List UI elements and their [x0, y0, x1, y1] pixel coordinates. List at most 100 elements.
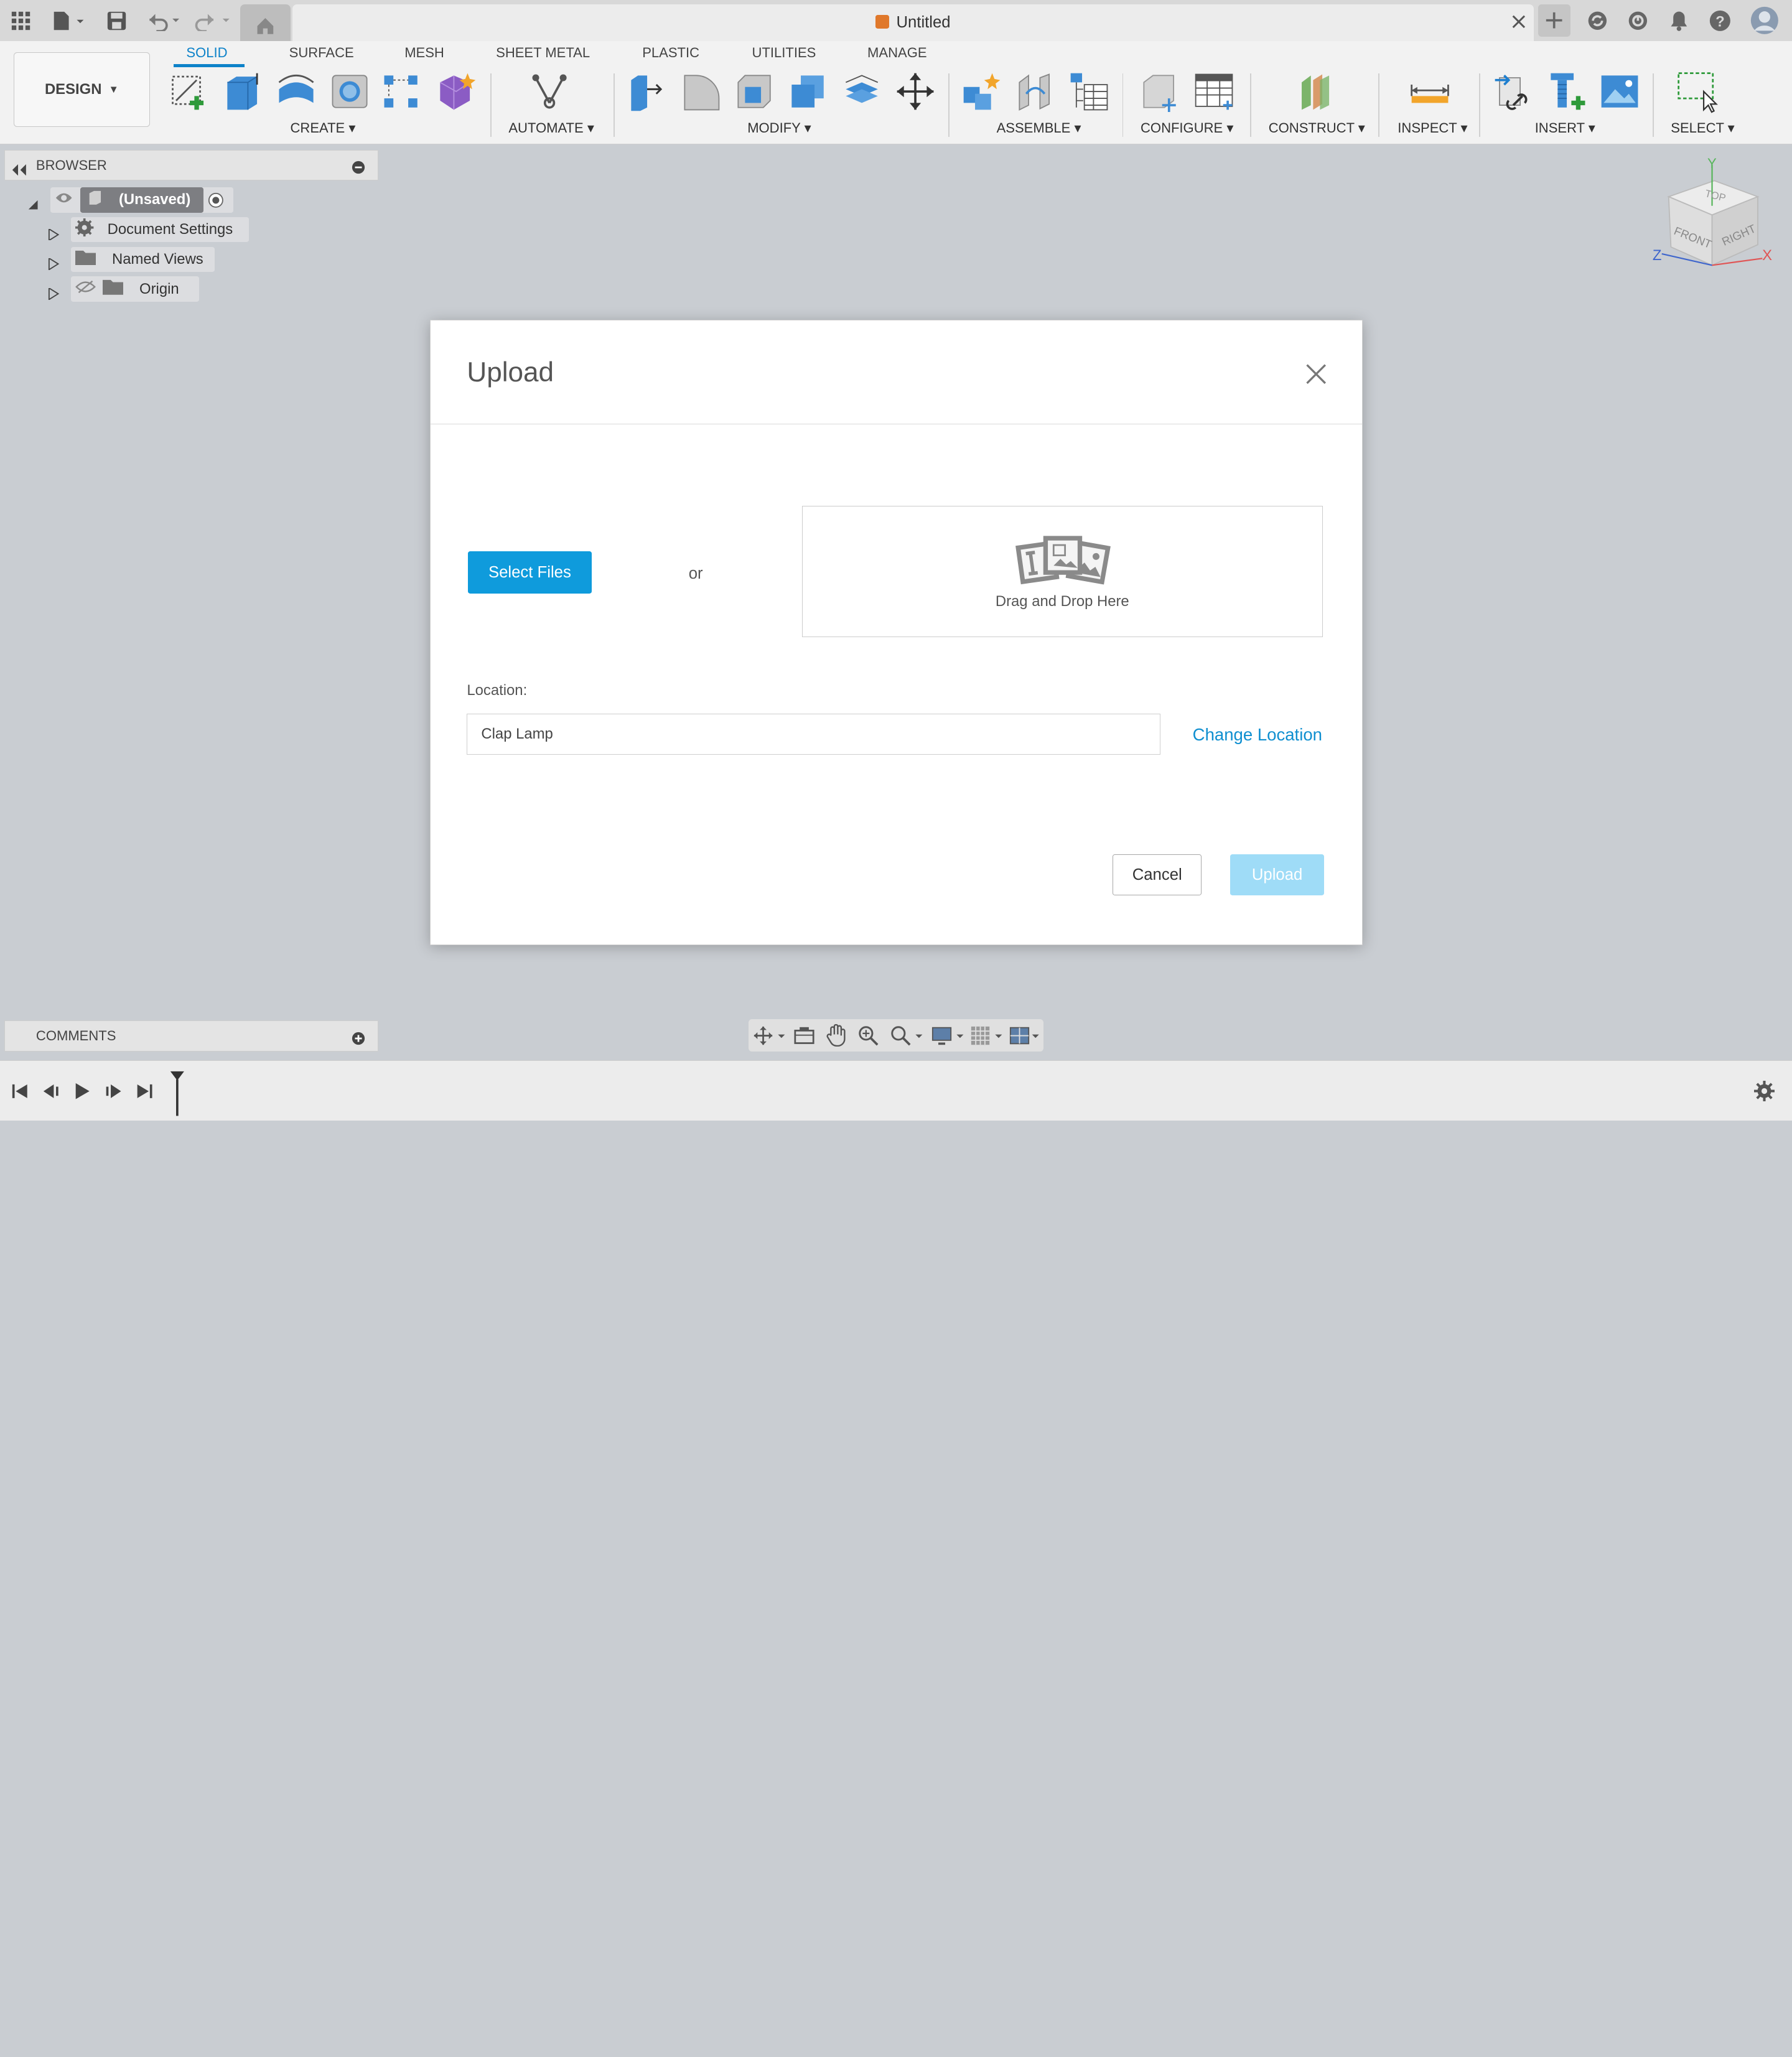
timeline-settings-gear-icon[interactable] [1754, 1080, 1775, 1106]
tab-manage[interactable]: MANAGE [867, 45, 926, 61]
insert-menu[interactable]: INSERT ▾ [1535, 120, 1595, 136]
orbit-icon[interactable] [753, 1025, 787, 1051]
move-copy-icon[interactable] [895, 71, 936, 112]
configuration-table-icon[interactable] [1193, 71, 1234, 112]
tab-utilities[interactable]: UTILITIES [752, 45, 816, 61]
browser-title: BROWSER [35, 157, 107, 173]
collapse-panel-icon[interactable] [11, 159, 27, 180]
change-location-link[interactable]: Change Location [1193, 725, 1322, 745]
pattern-icon[interactable] [381, 71, 422, 112]
insert-derive-icon[interactable] [1493, 71, 1534, 112]
drag-drop-zone[interactable]: Drag and Drop Here [801, 505, 1323, 638]
construct-menu[interactable]: CONSTRUCT ▾ [1269, 120, 1365, 136]
panel-minimize-icon[interactable] [352, 158, 365, 179]
create-form-icon[interactable] [436, 71, 477, 112]
browser-item-named-views[interactable]: Named Views [70, 246, 215, 273]
tab-mesh[interactable]: MESH [404, 45, 444, 61]
select-menu[interactable]: SELECT ▾ [1671, 120, 1735, 136]
undo-icon[interactable] [144, 7, 185, 34]
insert-image-icon[interactable] [1599, 71, 1640, 112]
go-to-end-icon[interactable] [135, 1083, 153, 1104]
revolve-icon[interactable] [276, 71, 317, 112]
timeline-marker[interactable] [169, 1070, 185, 1121]
browser-panel-header[interactable]: BROWSER [4, 149, 379, 181]
tab-surface[interactable]: SURFACE [289, 45, 354, 61]
panel-expand-icon[interactable] [352, 1029, 365, 1050]
user-avatar-icon[interactable] [1748, 4, 1780, 36]
notifications-bell-icon[interactable] [1665, 7, 1692, 34]
automate-icon[interactable] [529, 71, 570, 112]
close-tab-icon[interactable] [1511, 14, 1527, 35]
look-at-icon[interactable] [794, 1026, 815, 1049]
home-tab[interactable] [240, 4, 291, 42]
workspace-switcher[interactable]: DESIGN ▼ [14, 52, 150, 128]
grid-settings-icon[interactable] [970, 1025, 1004, 1051]
visibility-eye-icon[interactable] [55, 191, 73, 209]
location-input[interactable] [467, 714, 1161, 755]
expand-triangle-icon[interactable] [48, 284, 60, 305]
comments-panel-header[interactable]: COMMENTS [4, 1020, 379, 1052]
hole-icon[interactable] [329, 71, 370, 112]
job-status-icon[interactable] [1624, 7, 1651, 34]
tab-plastic[interactable]: PLASTIC [642, 45, 699, 61]
assemble-menu[interactable]: ASSEMBLE ▾ [997, 120, 1081, 136]
home-icon [257, 18, 273, 35]
insert-mcmaster-icon[interactable] [1546, 71, 1587, 112]
tab-solid[interactable]: SOLID [186, 45, 227, 61]
browser-root-node[interactable]: (Unsaved) [50, 187, 233, 213]
activate-radio-icon[interactable] [208, 192, 224, 213]
offset-face-icon[interactable] [841, 71, 882, 112]
divider [490, 73, 492, 138]
expand-triangle-icon[interactable] [48, 224, 60, 245]
select-files-button[interactable]: Select Files [468, 551, 592, 594]
browser-item-origin[interactable]: Origin [70, 276, 199, 302]
apps-grid-icon[interactable] [7, 7, 34, 34]
configure-model-icon[interactable] [1139, 71, 1180, 112]
cancel-button[interactable]: Cancel [1113, 854, 1202, 896]
bill-of-materials-icon[interactable] [1068, 71, 1109, 112]
extrude-icon[interactable] [223, 71, 264, 112]
hidden-eye-icon[interactable] [75, 280, 96, 298]
zoom-window-icon[interactable] [890, 1025, 925, 1051]
inspect-menu[interactable]: INSPECT ▾ [1398, 120, 1467, 136]
new-component-icon[interactable] [961, 71, 1002, 112]
files-stack-icon [1014, 531, 1114, 594]
create-menu[interactable]: CREATE ▾ [291, 120, 356, 136]
combine-icon[interactable] [787, 71, 828, 112]
close-icon[interactable] [1304, 361, 1328, 386]
joint-icon[interactable] [1015, 71, 1056, 112]
modify-menu[interactable]: MODIFY ▾ [747, 120, 811, 136]
folder-icon [75, 250, 96, 270]
zoom-icon[interactable] [858, 1025, 879, 1051]
automate-menu[interactable]: AUTOMATE ▾ [508, 120, 594, 136]
measure-icon[interactable] [1409, 71, 1450, 112]
browser-item-document-settings[interactable]: Document Settings [70, 217, 250, 243]
file-menu-icon[interactable] [50, 7, 87, 34]
upload-button[interactable]: Upload [1230, 854, 1324, 896]
document-tab[interactable]: Untitled [292, 4, 1534, 42]
viewports-icon[interactable] [1009, 1025, 1043, 1051]
press-pull-icon[interactable] [627, 71, 668, 112]
tab-sheet-metal[interactable]: SHEET METAL [496, 45, 590, 61]
sync-icon[interactable] [1584, 7, 1612, 34]
help-icon[interactable]: ? [1706, 7, 1734, 34]
pan-hand-icon[interactable] [826, 1024, 847, 1052]
step-back-icon[interactable] [42, 1083, 60, 1104]
step-forward-icon[interactable] [104, 1083, 122, 1104]
create-sketch-icon[interactable] [169, 71, 210, 112]
redo-icon[interactable] [192, 7, 233, 34]
expand-triangle-icon[interactable] [48, 254, 60, 275]
play-icon[interactable] [73, 1082, 91, 1105]
view-cube[interactable]: TOP FRONT RIGHT Y Z X [1646, 156, 1788, 284]
select-window-icon[interactable] [1676, 71, 1719, 113]
save-icon[interactable] [103, 7, 130, 34]
fillet-icon[interactable] [680, 71, 721, 112]
go-to-start-icon[interactable] [11, 1083, 29, 1104]
display-settings-icon[interactable] [931, 1025, 966, 1051]
shell-icon[interactable] [734, 71, 775, 112]
configure-menu[interactable]: CONFIGURE ▾ [1141, 120, 1233, 136]
collapse-triangle-icon[interactable] [27, 194, 39, 215]
new-tab-button[interactable] [1538, 4, 1570, 37]
construction-plane-icon[interactable] [1295, 71, 1336, 112]
divider [1122, 73, 1124, 138]
